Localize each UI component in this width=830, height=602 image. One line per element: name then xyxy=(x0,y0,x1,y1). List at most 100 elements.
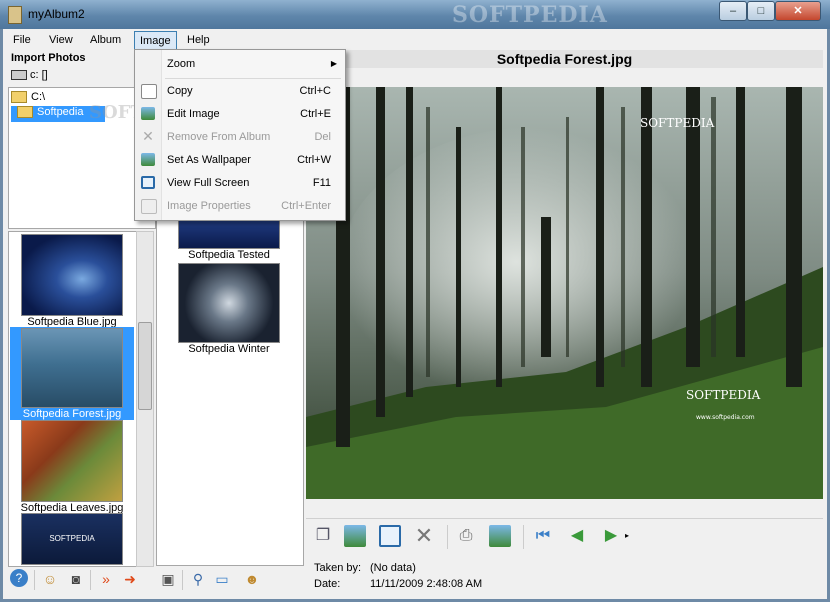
scroll-thumb[interactable] xyxy=(138,322,152,410)
tree-label: C:\ xyxy=(31,91,46,103)
menu-image[interactable]: Image xyxy=(134,31,177,51)
wallpaper-icon[interactable] xyxy=(489,525,511,547)
thumbnail-image xyxy=(21,420,123,502)
fullscreen-icon xyxy=(141,176,155,189)
search-icon[interactable]: ⚲ xyxy=(188,569,208,589)
toolbar-separator xyxy=(34,570,35,590)
print-icon[interactable]: ⎙ xyxy=(455,525,477,547)
menu-item-label: Set As Wallpaper xyxy=(167,154,251,166)
copy-icon[interactable]: ❐ xyxy=(312,525,334,547)
menu-bar xyxy=(4,30,826,50)
drive-icon xyxy=(11,70,27,81)
menu-item-zoom[interactable]: Zoom ▶ xyxy=(135,53,345,75)
folder-open-icon xyxy=(17,106,33,119)
thumbnail-list-left[interactable]: Softpedia Blue.jpg Softpedia Forest.jpg … xyxy=(8,231,138,567)
menu-item-label: Copy xyxy=(167,85,193,97)
edit-image-icon xyxy=(141,107,155,120)
menu-item-set-as-wallpaper[interactable]: Set As Wallpaper Ctrl+W xyxy=(135,149,345,171)
help-icon[interactable]: ? xyxy=(10,569,28,587)
copy-icon xyxy=(141,84,157,99)
thumbnail-label: Softpedia Winter xyxy=(188,343,270,355)
title-bar[interactable] xyxy=(0,0,830,29)
thumbnail-list-right[interactable]: Softpedia Tested Softpedia Winter xyxy=(156,204,304,566)
remove-icon: ✕ xyxy=(142,128,154,144)
watermark-url: www.softpedia.com xyxy=(696,414,755,421)
user-icon[interactable]: ☺ xyxy=(40,569,60,589)
menu-item-remove-from-album: ✕ Remove From Album Del xyxy=(135,126,345,148)
menu-view[interactable]: View xyxy=(44,31,78,49)
title-watermark: SOFTPEDIA xyxy=(452,2,608,28)
add-photo-icon[interactable]: ▣ xyxy=(158,569,178,589)
menu-item-shortcut: Del xyxy=(314,131,331,143)
menu-item-label: Edit Image xyxy=(167,108,220,120)
first-image-icon[interactable]: ⏮ xyxy=(532,525,554,547)
submenu-arrow-icon: ▶ xyxy=(330,59,337,68)
menu-item-label: Remove From Album xyxy=(167,131,271,143)
toolbar-separator xyxy=(447,525,448,549)
camera-icon[interactable]: ◙ xyxy=(66,569,86,589)
maximize-button[interactable]: □ xyxy=(747,1,775,21)
delete-icon[interactable]: ✕ xyxy=(413,525,435,547)
menu-separator xyxy=(165,78,341,79)
menu-item-shortcut: F11 xyxy=(312,177,331,189)
window-title: myAlbum2 xyxy=(28,7,85,21)
fullscreen-icon[interactable] xyxy=(379,525,401,547)
monitor-icon[interactable]: ▭ xyxy=(212,569,232,589)
thumbnail-image xyxy=(21,234,123,316)
menu-album[interactable]: Album xyxy=(85,31,126,49)
image-toolbar: ❐ ✕ ⎙ ⏮ ◀ ▶ ▸ xyxy=(306,518,823,559)
drive-selector[interactable]: c: [] xyxy=(11,69,48,81)
app-icon[interactable] xyxy=(8,6,22,24)
next-image-icon[interactable]: ▶ xyxy=(600,525,622,547)
thumbnail-image xyxy=(178,263,280,343)
thumbnail-image xyxy=(21,328,123,408)
chevron-down-icon[interactable]: ▸ xyxy=(625,531,629,540)
previous-image-icon[interactable]: ◀ xyxy=(566,525,588,547)
menu-item-label: Zoom xyxy=(167,58,196,70)
menu-item-view-full-screen[interactable]: View Full Screen F11 xyxy=(135,172,345,194)
image-menu-dropdown: Zoom ▶ Copy Ctrl+C Edit Image Ctrl+E ✕ R… xyxy=(134,49,346,221)
edit-image-icon[interactable] xyxy=(344,525,366,547)
watermark-top: SOFTPEDIA xyxy=(640,116,715,130)
menu-item-copy[interactable]: Copy Ctrl+C xyxy=(135,80,345,102)
wallpaper-icon xyxy=(141,153,155,166)
close-button[interactable]: ✕ xyxy=(775,1,821,21)
thumbnail-label: Softpedia Tested xyxy=(188,249,270,261)
main-image-view[interactable]: SOFTPEDIA SOFTPEDIA www.softpedia.com xyxy=(306,87,823,499)
watermark-mid: SOFTPEDIA xyxy=(686,388,761,402)
thumbnail-item[interactable]: Softpedia Winter xyxy=(157,263,301,355)
thumbnail-item[interactable]: SOFTPEDIA xyxy=(9,513,135,565)
thumbnail-item[interactable]: Softpedia Blue.jpg xyxy=(9,234,135,328)
image-title: Softpedia Forest.jpg xyxy=(306,50,823,68)
folder-icon xyxy=(11,91,27,104)
menu-item-shortcut: Ctrl+E xyxy=(300,108,331,120)
menu-item-label: Image Properties xyxy=(167,200,251,212)
fast-forward-icon[interactable]: » xyxy=(96,569,116,589)
menu-file[interactable]: File xyxy=(8,31,36,49)
thumbnail-scrollbar[interactable] xyxy=(136,231,154,567)
thumbnail-item-selected[interactable]: Softpedia Forest.jpg xyxy=(10,327,134,420)
forest-image: SOFTPEDIA SOFTPEDIA www.softpedia.com xyxy=(306,87,823,499)
thumbnail-label: Softpedia Forest.jpg xyxy=(22,408,122,420)
toolbar-separator xyxy=(182,570,183,590)
properties-icon xyxy=(141,199,157,214)
menu-item-shortcut: Ctrl+Enter xyxy=(281,200,331,212)
menu-item-shortcut: Ctrl+C xyxy=(299,85,331,97)
toolbar-separator xyxy=(90,570,91,590)
minimize-button[interactable]: – xyxy=(719,1,747,21)
menu-item-label: View Full Screen xyxy=(167,177,250,189)
menu-help[interactable]: Help xyxy=(182,31,215,49)
menu-item-edit-image[interactable]: Edit Image Ctrl+E xyxy=(135,103,345,125)
menu-item-image-properties: Image Properties Ctrl+Enter xyxy=(135,195,345,217)
arrow-right-icon[interactable]: ➜ xyxy=(120,569,140,589)
tree-item-c[interactable]: C:\ xyxy=(11,89,45,105)
menu-item-shortcut: Ctrl+W xyxy=(297,154,331,166)
thumbnail-image: SOFTPEDIA xyxy=(21,513,123,565)
thumbnail-item[interactable]: Softpedia Leaves.jpg xyxy=(9,420,135,514)
import-photos-label: Import Photos xyxy=(11,52,86,64)
drive-label: c: [] xyxy=(30,69,48,81)
bottom-toolbar: ? ☺ ◙ » ➜ ▣ ⚲ ▭ ☻ xyxy=(4,566,823,594)
users-icon[interactable]: ☻ xyxy=(242,569,262,589)
toolbar-separator xyxy=(523,525,524,549)
tree-label: Softpedia xyxy=(37,106,84,118)
